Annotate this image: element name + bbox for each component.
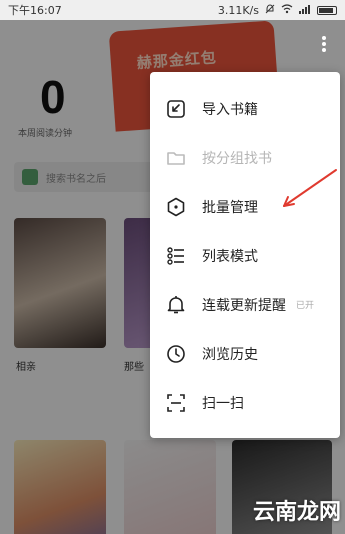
menu-item-label: 按分组找书	[202, 150, 272, 167]
overflow-menu: 导入书籍 按分组找书 批量管理 列表模式 连载更新提醒 已开 浏览历史 扫一扫	[150, 72, 340, 438]
mute-icon	[265, 3, 275, 17]
status-time: 下午16:07	[8, 4, 62, 17]
status-bar: 下午16:07 3.11K/s	[0, 0, 345, 20]
battery-icon	[317, 5, 337, 15]
menu-item-label: 扫一扫	[202, 395, 244, 412]
bell-icon	[166, 295, 186, 315]
list-icon	[166, 246, 186, 266]
scan-icon	[166, 393, 186, 413]
status-icons: 3.11K/s	[218, 4, 337, 17]
menu-item-update-reminder[interactable]: 连载更新提醒 已开	[150, 280, 340, 329]
menu-item-label: 批量管理	[202, 199, 258, 216]
watermark: 云南龙网	[211, 490, 341, 530]
clock-icon	[166, 344, 186, 364]
menu-item-scan[interactable]: 扫一扫	[150, 378, 340, 427]
watermark-text: 云南龙网	[252, 500, 341, 525]
hexagon-icon	[166, 197, 186, 217]
folder-icon	[166, 148, 186, 168]
menu-item-label: 导入书籍	[202, 101, 258, 118]
reminder-status-badge: 已开	[296, 301, 315, 311]
menu-item-browse-history[interactable]: 浏览历史	[150, 329, 340, 378]
wifi-icon	[281, 3, 293, 17]
more-options-icon[interactable]	[316, 34, 332, 54]
signal-icon	[299, 4, 311, 17]
menu-item-import-books[interactable]: 导入书籍	[150, 84, 340, 133]
menu-item-label: 浏览历史	[202, 346, 258, 363]
menu-item-label: 列表模式	[202, 248, 258, 265]
network-speed: 3.11K/s	[217, 3, 259, 17]
menu-item-label: 连载更新提醒	[202, 297, 286, 314]
menu-item-list-mode[interactable]: 列表模式	[150, 231, 340, 280]
import-icon	[166, 99, 186, 119]
annotation-arrow	[283, 169, 337, 207]
